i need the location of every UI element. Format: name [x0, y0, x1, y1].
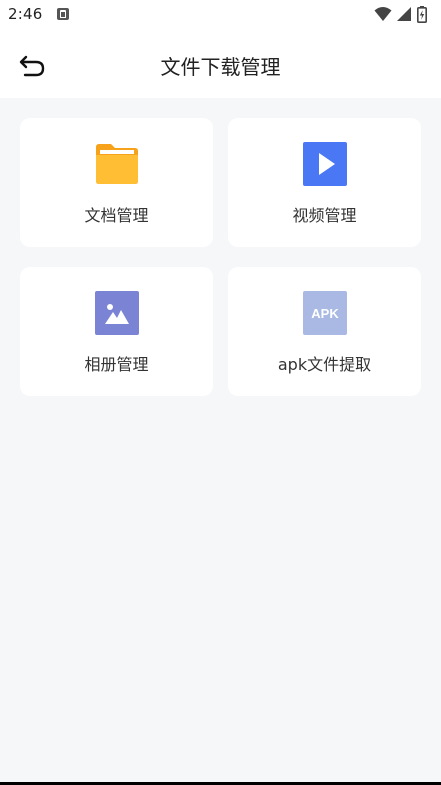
wifi-icon	[374, 7, 392, 21]
status-bar: 2:46	[0, 0, 441, 30]
status-time: 2:46	[8, 5, 43, 23]
card-documents[interactable]: 文档管理	[20, 118, 213, 247]
apk-icon: APK	[303, 291, 347, 335]
page-title: 文件下载管理	[160, 55, 281, 79]
apk-icon-text: APK	[311, 306, 339, 321]
card-label: apk文件提取	[277, 355, 372, 374]
video-play-icon	[303, 142, 347, 186]
card-albums[interactable]: 相册管理	[20, 267, 213, 396]
folder-icon	[96, 144, 138, 184]
card-videos[interactable]: 视频管理	[228, 118, 421, 247]
image-icon	[95, 291, 139, 335]
card-label: 相册管理	[84, 355, 149, 374]
app-notification-icon	[57, 8, 69, 20]
card-label: 文档管理	[84, 206, 149, 225]
card-apk-extract[interactable]: APK apk文件提取	[228, 267, 421, 396]
app-bar: 文件下载管理	[0, 30, 441, 98]
signal-icon	[397, 7, 411, 21]
card-label: 视频管理	[292, 206, 357, 225]
battery-icon	[417, 6, 427, 23]
